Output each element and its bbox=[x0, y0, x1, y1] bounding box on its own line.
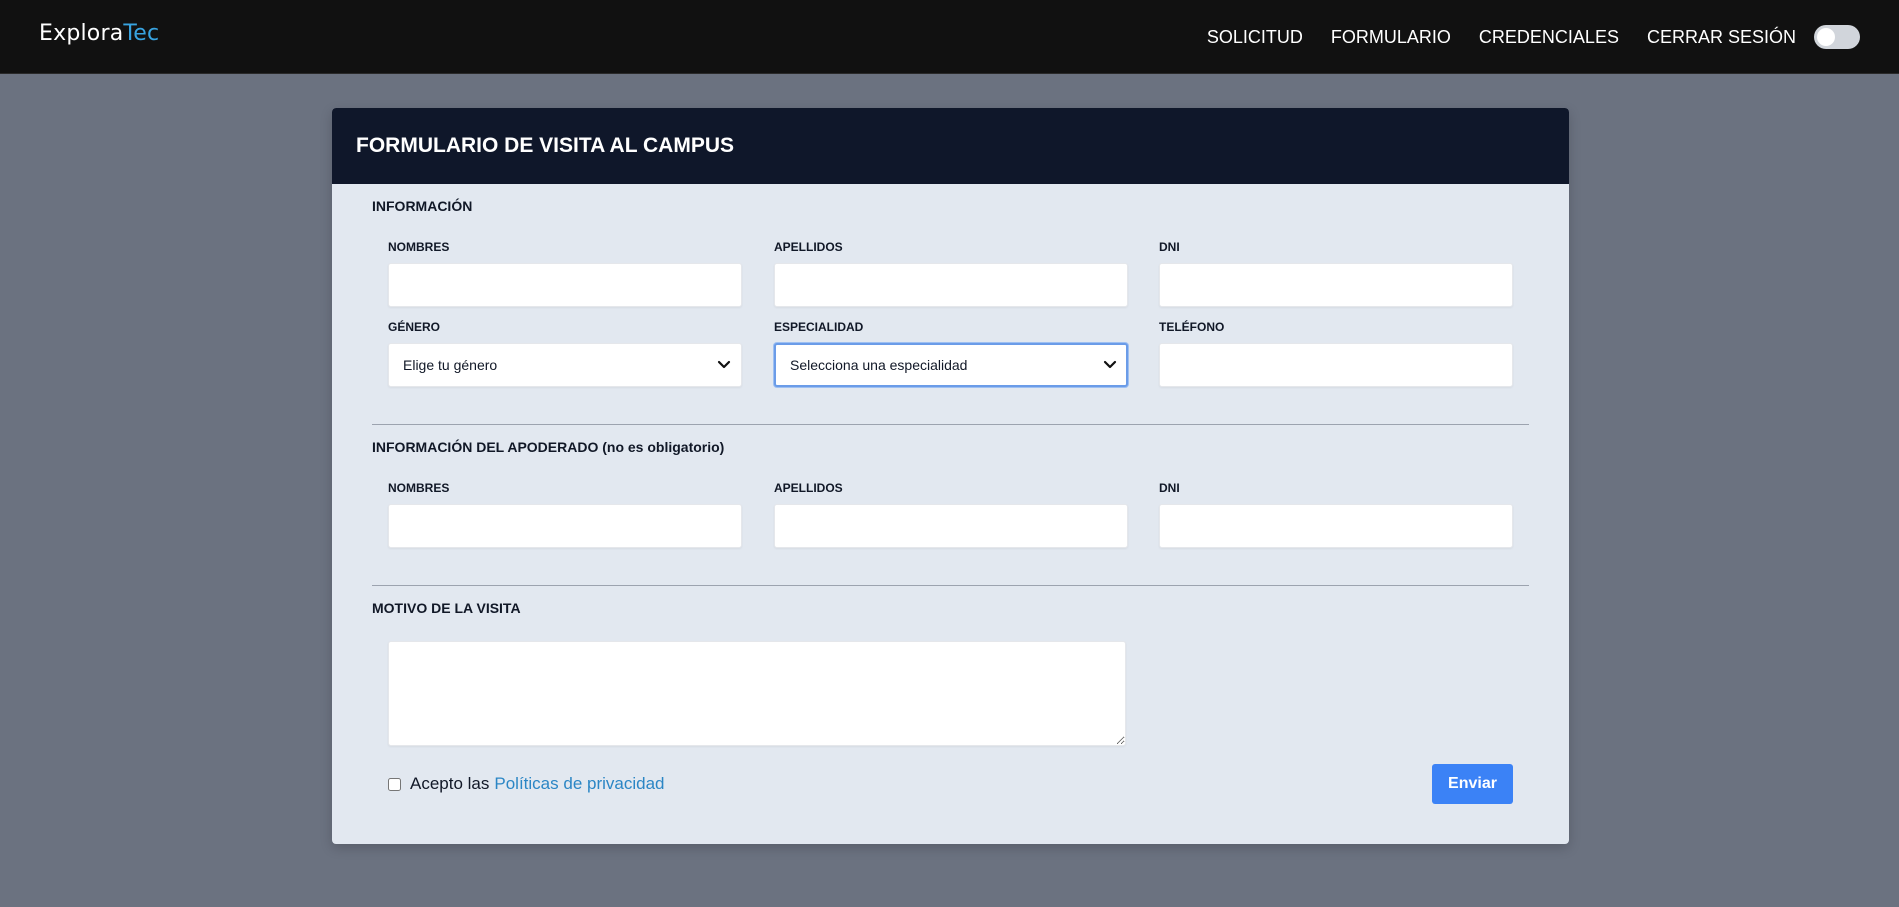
telefono-input[interactable] bbox=[1159, 343, 1513, 387]
apoderado-nombres-input[interactable] bbox=[388, 504, 742, 548]
label-nombres: NOMBRES bbox=[388, 240, 450, 254]
nav-menu: SOLICITUD FORMULARIO CREDENCIALES CERRAR… bbox=[1179, 0, 1860, 74]
genero-select[interactable]: Elige tu género bbox=[388, 343, 742, 387]
privacy-policy-link[interactable]: Políticas de privacidad bbox=[494, 774, 664, 794]
label-apoderado-dni: DNI bbox=[1159, 481, 1180, 495]
motivo-textarea[interactable] bbox=[388, 641, 1126, 746]
privacy-consent-row: Acepto las Políticas de privacidad bbox=[388, 774, 664, 794]
section-title-motivo: MOTIVO DE LA VISITA bbox=[372, 600, 521, 616]
dni-input[interactable] bbox=[1159, 263, 1513, 307]
visit-form-card: FORMULARIO DE VISITA AL CAMPUS INFORMACI… bbox=[332, 108, 1569, 844]
especialidad-select[interactable]: Selecciona una especialidad bbox=[774, 343, 1128, 387]
form-header: FORMULARIO DE VISITA AL CAMPUS bbox=[332, 108, 1569, 184]
form-title: FORMULARIO DE VISITA AL CAMPUS bbox=[356, 134, 734, 157]
nav-link-solicitud[interactable]: SOLICITUD bbox=[1207, 27, 1303, 48]
submit-button[interactable]: Enviar bbox=[1432, 764, 1513, 804]
nav-link-cerrar-sesion[interactable]: CERRAR SESIÓN bbox=[1647, 27, 1796, 48]
apellidos-input[interactable] bbox=[774, 263, 1128, 307]
toggle-knob bbox=[1817, 28, 1835, 46]
brand-name-part2: Tec bbox=[123, 21, 160, 46]
theme-toggle[interactable] bbox=[1814, 25, 1860, 49]
section-title-apoderado: INFORMACIÓN DEL APODERADO (no es obligat… bbox=[372, 439, 725, 455]
label-apoderado-nombres: NOMBRES bbox=[388, 481, 450, 495]
nav-link-credenciales[interactable]: CREDENCIALES bbox=[1479, 27, 1619, 48]
nombres-input[interactable] bbox=[388, 263, 742, 307]
label-genero: GÉNERO bbox=[388, 320, 441, 334]
top-navbar: ExploraTec SOLICITUD FORMULARIO CREDENCI… bbox=[0, 0, 1899, 74]
label-apoderado-apellidos: APELLIDOS bbox=[774, 481, 843, 495]
privacy-prefix-text: Acepto las bbox=[410, 774, 490, 793]
brand-name-part1: Explora bbox=[39, 21, 124, 46]
apoderado-dni-input[interactable] bbox=[1159, 504, 1513, 548]
label-dni: DNI bbox=[1159, 240, 1180, 254]
section-title-informacion: INFORMACIÓN bbox=[372, 198, 473, 214]
especialidad-select-wrapper: Selecciona una especialidad bbox=[774, 343, 1128, 387]
privacy-checkbox[interactable] bbox=[388, 777, 401, 791]
label-especialidad: ESPECIALIDAD bbox=[774, 320, 864, 334]
section-divider bbox=[372, 585, 1529, 586]
brand-logo[interactable]: ExploraTec bbox=[39, 21, 159, 46]
nav-link-formulario[interactable]: FORMULARIO bbox=[1331, 27, 1451, 48]
section-divider bbox=[372, 424, 1529, 425]
label-apellidos: APELLIDOS bbox=[774, 240, 843, 254]
label-telefono: TELÉFONO bbox=[1159, 320, 1225, 334]
apoderado-apellidos-input[interactable] bbox=[774, 504, 1128, 548]
genero-select-wrapper: Elige tu género bbox=[388, 343, 742, 387]
